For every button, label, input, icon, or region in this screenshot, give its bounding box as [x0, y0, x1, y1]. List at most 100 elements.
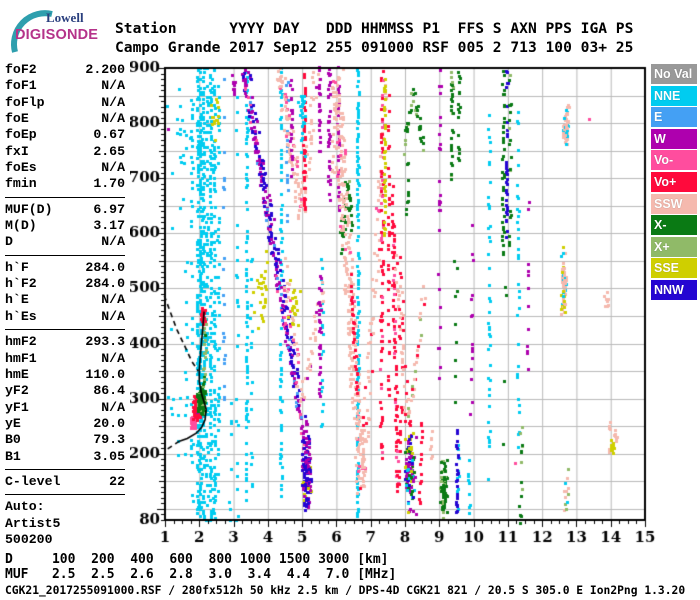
param-value: 79.3	[93, 432, 125, 448]
param-label: foE	[5, 111, 29, 127]
param-row: C-level 22	[5, 474, 125, 490]
param-value: 86.4	[93, 383, 125, 399]
param-value: 284.0	[85, 276, 125, 292]
param-value: N/A	[101, 111, 125, 127]
param-label: fmin	[5, 176, 37, 192]
panel-divider	[5, 494, 125, 496]
param-label: B0	[5, 432, 21, 448]
digisonde-ionogram-screen: Lowell DIGISONDE Station YYYY DAY DDD HH…	[0, 0, 700, 600]
param-value: 110.0	[85, 366, 125, 382]
panel-divider	[5, 468, 125, 470]
param-label: foEp	[5, 127, 37, 143]
param-row: hmF1 N/A	[5, 351, 125, 367]
param-row: h`F2 284.0	[5, 276, 125, 292]
autoscaling-info-line: Artist5	[5, 515, 61, 531]
param-value: N/A	[101, 234, 125, 250]
param-label: fxI	[5, 143, 29, 159]
param-value: N/A	[101, 292, 125, 308]
legend-item-sse: SSE	[651, 258, 697, 279]
param-label: hmF2	[5, 334, 37, 350]
param-value: N/A	[101, 399, 125, 415]
legend-item-no-val: No Val	[651, 64, 697, 84]
param-label: foEs	[5, 160, 37, 176]
header-line-1: Station YYYY DAY DDD HHMMSS P1 FFS S AXN…	[115, 20, 634, 37]
param-value: 2.200	[85, 62, 125, 77]
legend-item-x-: X-	[651, 215, 697, 236]
param-row: foEs N/A	[5, 160, 125, 176]
param-row: fxI 2.65	[5, 144, 125, 160]
param-value: 3.05	[93, 448, 125, 464]
param-value: 6.97	[93, 201, 125, 217]
param-label: D	[5, 234, 13, 250]
param-row: h`E N/A	[5, 292, 125, 308]
param-label: h`F	[5, 259, 29, 275]
station-header: Station YYYY DAY DDD HHMMSS P1 FFS S AXN…	[115, 20, 633, 57]
legend-item-nnw: NNW	[651, 279, 697, 300]
param-value: 2.65	[93, 143, 125, 159]
param-value: 22	[109, 473, 125, 489]
param-label: foFlp	[5, 94, 45, 110]
param-value: N/A	[101, 94, 125, 110]
param-row: foFlp N/A	[5, 95, 125, 111]
legend-item-ssw: SSW	[651, 193, 697, 214]
panel-divider	[5, 329, 125, 331]
param-row: M(D) 3.17	[5, 218, 125, 234]
autoscaling-info-line: Auto:	[5, 499, 45, 515]
param-value: 284.0	[85, 259, 125, 275]
param-row: D N/A	[5, 234, 125, 250]
dmuf-table: D 100 200 400 600 800 1000 1500 3000 [km…	[5, 552, 397, 582]
param-row: B0 79.3	[5, 432, 125, 448]
param-label: yF1	[5, 399, 29, 415]
lowell-digisonde-logo: Lowell DIGISONDE	[6, 6, 116, 56]
header-line-2: Campo Grande 2017 Sep12 255 091000 RSF 0…	[115, 38, 634, 56]
param-label: hmF1	[5, 350, 37, 366]
ionogram-plot	[130, 55, 660, 550]
param-row: foE N/A	[5, 111, 125, 127]
param-row: hmF2 293.3	[5, 334, 125, 350]
scaled-parameters-panel: foF2 2.200 foF1 N/A foFlp N/A foE N/A foEp 0.67 fx…	[5, 62, 125, 548]
param-row: yE 20.0	[5, 416, 125, 432]
param-value: 0.67	[93, 127, 125, 143]
param-label: foF2	[5, 62, 37, 77]
param-row: hmE 110.0	[5, 367, 125, 383]
panel-divider	[5, 196, 125, 198]
param-row: MUF(D) 6.97	[5, 202, 125, 218]
legend-item-vo-: Vo+	[651, 171, 697, 192]
param-label: yF2	[5, 383, 29, 399]
echo-direction-legend: No Val NNE E W Vo- Vo+ SSW X- X+ SSE NNW	[651, 64, 697, 302]
param-value: 1.70	[93, 176, 125, 192]
legend-item-e: E	[651, 107, 697, 128]
autoscaling-info-line: 500200	[5, 531, 53, 547]
param-row: foF2 2.200	[5, 62, 125, 78]
param-label: M(D)	[5, 218, 37, 234]
param-value: N/A	[101, 308, 125, 324]
param-row: h`Es N/A	[5, 309, 125, 325]
param-label: hmE	[5, 366, 29, 382]
param-label: MUF(D)	[5, 201, 53, 217]
d-distance-row: D 100 200 400 600 800 1000 1500 3000 [km…	[5, 552, 389, 567]
param-row: h`F 284.0	[5, 260, 125, 276]
param-value: N/A	[101, 350, 125, 366]
logo-text-digisonde: DIGISONDE	[15, 27, 99, 43]
legend-item-nne: NNE	[651, 85, 697, 106]
param-value: N/A	[101, 160, 125, 176]
muf-row: MUF 2.5 2.5 2.6 2.8 3.0 3.4 4.4 7.0 [MHz…	[5, 566, 397, 582]
param-value: 20.0	[93, 415, 125, 431]
legend-item-x-: X+	[651, 236, 697, 257]
param-label: h`E	[5, 292, 29, 308]
param-label: C-level	[5, 473, 61, 489]
param-label: yE	[5, 415, 21, 431]
param-value: N/A	[101, 78, 125, 94]
param-row: B1 3.05	[5, 449, 125, 465]
param-row: fmin 1.70	[5, 176, 125, 192]
param-label: h`Es	[5, 308, 37, 324]
param-row: yF2 86.4	[5, 383, 125, 399]
param-label: B1	[5, 448, 21, 464]
footer-file-info: CGK21_2017255091000.RSF / 280fx512h 50 k…	[5, 584, 686, 597]
param-value: 3.17	[93, 218, 125, 234]
param-row: foEp 0.67	[5, 127, 125, 143]
logo-text-lowell: Lowell	[46, 10, 84, 25]
legend-item-w: W	[651, 128, 697, 149]
panel-divider	[5, 254, 125, 256]
param-label: h`F2	[5, 276, 37, 292]
